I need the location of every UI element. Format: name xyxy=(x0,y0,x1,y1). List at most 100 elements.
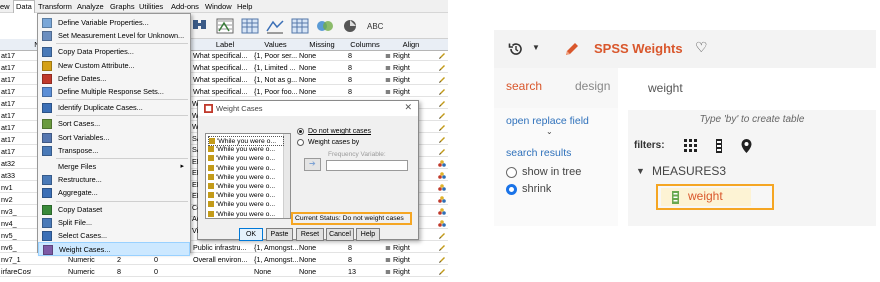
decimals-cell[interactable]: 0 xyxy=(154,267,174,277)
frequency-variable-field[interactable] xyxy=(326,160,408,171)
variable-list-scrollbar[interactable] xyxy=(283,134,290,218)
find-icon[interactable] xyxy=(190,17,210,35)
abc-icon[interactable]: ABC xyxy=(365,17,385,35)
variable-icon[interactable] xyxy=(715,139,723,153)
label-cell[interactable]: Public infrastru... xyxy=(193,243,253,253)
missing-cell[interactable]: None xyxy=(299,243,345,253)
variable-list[interactable]: 'While you were o... 'While you were o...… xyxy=(205,133,291,219)
reset-button[interactable]: Reset xyxy=(296,228,324,241)
grid-icon[interactable] xyxy=(684,139,697,152)
col-header-missing[interactable]: Missing xyxy=(298,40,346,49)
menu-item-select-cases[interactable]: Select Cases... xyxy=(38,229,190,243)
row-name-cell[interactable]: nv5_ xyxy=(1,231,31,241)
radio-weight-cases-by[interactable] xyxy=(297,139,304,146)
align-cell[interactable]: ≣ Right xyxy=(385,255,435,265)
missing-cell[interactable]: None xyxy=(299,87,345,97)
columns-cell[interactable]: 8 xyxy=(348,75,383,85)
tab-design[interactable]: design xyxy=(575,79,610,93)
values-cell[interactable]: {1, Poor foo... xyxy=(254,87,298,97)
row-name-cell[interactable]: nv1 xyxy=(1,183,31,193)
values-cell[interactable]: {1, Not as g... xyxy=(254,75,298,85)
close-icon[interactable]: ✕ xyxy=(404,102,412,113)
menu-item-transpose[interactable]: Transpose... xyxy=(38,144,190,158)
cancel-button[interactable]: Cancel xyxy=(326,228,354,241)
pencil-icon[interactable] xyxy=(564,41,580,57)
search-results-link[interactable]: search results xyxy=(506,147,571,159)
menu-item-copy-data-properties[interactable]: Copy Data Properties... xyxy=(38,45,190,59)
missing-cell[interactable]: None xyxy=(299,255,345,265)
col-header-columns[interactable]: Columns xyxy=(346,40,384,49)
location-icon[interactable] xyxy=(741,139,752,153)
align-cell[interactable]: ≣ Right xyxy=(385,87,435,97)
row-name-cell[interactable]: at17 xyxy=(1,135,31,145)
col-header-values[interactable]: Values xyxy=(253,40,298,49)
table-row[interactable]: nv7_1 Overall environ... {1, Amongst... Non… xyxy=(0,255,448,265)
chevron-down-icon[interactable]: ⌄ xyxy=(546,127,553,136)
help-button[interactable]: Help xyxy=(356,228,380,241)
menu-item-identify-duplicate-cases[interactable]: Identify Duplicate Cases... xyxy=(38,101,190,115)
columns-cell[interactable]: 8 xyxy=(348,255,383,265)
values-cell[interactable]: {1, Amongst... xyxy=(254,243,298,253)
col-header-label[interactable]: Label xyxy=(195,40,255,49)
values-cell[interactable]: {1, Poor ser... xyxy=(254,51,298,61)
row-name-cell[interactable]: at17 xyxy=(1,63,31,73)
menu-item-aggregate[interactable]: Aggregate... xyxy=(38,186,190,200)
paste-button[interactable]: Paste xyxy=(266,228,293,241)
menu-item-merge-files[interactable]: Merge Files ▸ xyxy=(38,160,190,174)
row-name-cell[interactable]: at17 xyxy=(1,51,31,61)
value-labels-icon[interactable] xyxy=(340,17,360,35)
move-right-button[interactable]: ➔ xyxy=(304,158,321,171)
align-cell[interactable]: ≣ Right xyxy=(385,75,435,85)
missing-cell[interactable]: None xyxy=(299,63,345,73)
weight-cases-icon[interactable] xyxy=(290,17,310,35)
menu-item-sort-cases[interactable]: Sort Cases... xyxy=(38,117,190,131)
menu-graphs[interactable]: Graphs xyxy=(110,2,135,11)
split-file-icon[interactable] xyxy=(265,17,285,35)
open-replace-field-link[interactable]: open replace field xyxy=(506,115,589,127)
columns-cell[interactable]: 8 xyxy=(348,63,383,73)
columns-cell[interactable]: 8 xyxy=(348,51,383,61)
label-cell[interactable]: What specifical... xyxy=(193,87,253,97)
row-name-cell[interactable]: at17 xyxy=(1,111,31,121)
history-icon[interactable] xyxy=(508,41,524,57)
row-name-cell[interactable]: nv4_ xyxy=(1,219,31,229)
align-cell[interactable]: ≣ Right xyxy=(385,243,435,253)
values-cell[interactable]: {1, Amongst... xyxy=(254,255,298,265)
label-cell[interactable]: What specifical... xyxy=(193,75,253,85)
row-name-cell[interactable]: nv3_ xyxy=(1,207,31,217)
menu-item-define-variable-properties[interactable]: Define Variable Properties... xyxy=(38,16,190,30)
col-header-align[interactable]: Align xyxy=(384,40,438,49)
row-name-cell[interactable]: nv7_1 xyxy=(1,255,31,265)
menu-item-define-dates[interactable]: Define Dates... xyxy=(38,72,190,86)
width-cell[interactable]: 8 xyxy=(117,267,137,277)
tab-search[interactable]: search xyxy=(506,79,542,93)
radio-show-in-tree[interactable] xyxy=(506,167,517,178)
menu-item-sort-variables[interactable]: Sort Variables... xyxy=(38,131,190,145)
row-name-cell[interactable]: nv6_ xyxy=(1,243,31,253)
columns-cell[interactable]: 13 xyxy=(348,267,383,277)
menu-item-new-custom-attribute[interactable]: New Custom Attribute... xyxy=(38,59,190,73)
row-name-cell[interactable]: irfareCost xyxy=(1,267,31,277)
table-row[interactable]: irfareCost None None 13 ≣ Right Numeric 8 0 xyxy=(0,267,448,277)
tree-group-label[interactable]: MEASURES3 xyxy=(652,164,726,178)
history-dropdown-icon[interactable]: ▼ xyxy=(532,43,540,52)
columns-cell[interactable]: 8 xyxy=(348,243,383,253)
menu-view[interactable]: ew xyxy=(0,2,10,11)
menu-window[interactable]: Window xyxy=(205,2,232,11)
row-name-cell[interactable]: at17 xyxy=(1,123,31,133)
align-cell[interactable]: ≣ Right xyxy=(385,51,435,61)
menu-transform[interactable]: Transform xyxy=(38,2,72,11)
type-cell[interactable]: Numeric xyxy=(68,267,108,277)
menu-item-copy-dataset[interactable]: Copy Dataset xyxy=(38,203,190,217)
menu-item-split-file[interactable]: Split File... xyxy=(38,216,190,230)
radio-shrink[interactable] xyxy=(506,184,517,195)
missing-cell[interactable]: None xyxy=(299,267,345,277)
menu-help[interactable]: Help xyxy=(237,2,252,11)
row-name-cell[interactable]: at17 xyxy=(1,87,31,97)
row-name-cell[interactable]: at33 xyxy=(1,171,31,181)
menu-item-restructure[interactable]: Restructure... xyxy=(38,173,190,187)
select-cases-icon[interactable] xyxy=(315,17,335,35)
menu-analyze[interactable]: Analyze xyxy=(77,2,104,11)
missing-cell[interactable]: None xyxy=(299,75,345,85)
missing-cell[interactable]: None xyxy=(299,51,345,61)
